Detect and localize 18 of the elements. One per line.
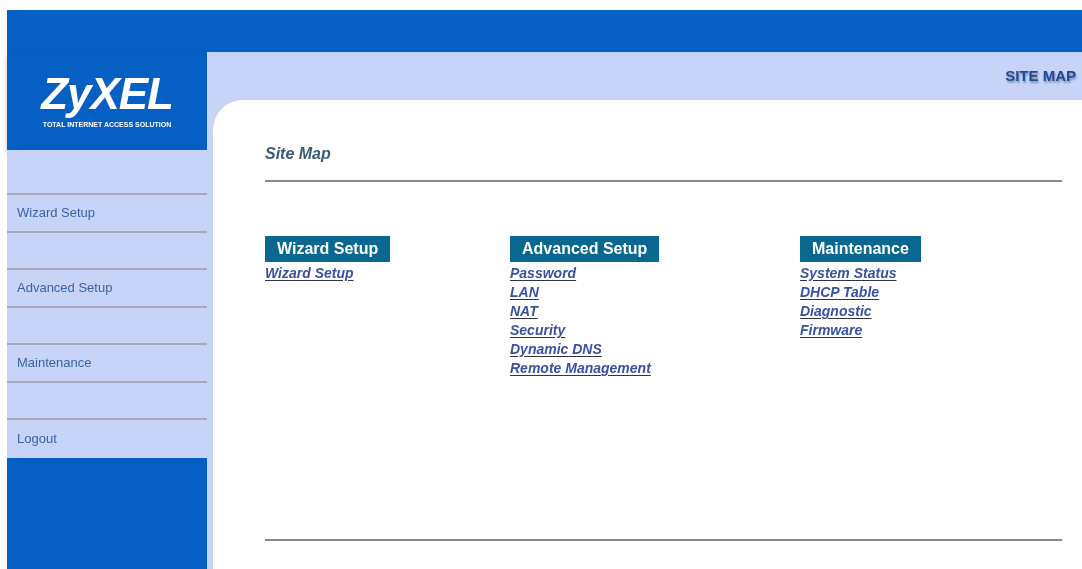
site-link[interactable]: DHCP Table bbox=[800, 283, 880, 302]
brand-logo: ZyXEL bbox=[41, 71, 173, 116]
section-heading: Wizard Setup bbox=[265, 236, 391, 262]
site-link[interactable]: NAT bbox=[510, 302, 538, 321]
site-link[interactable]: Dynamic DNS bbox=[510, 340, 602, 359]
site-link[interactable]: Remote Management bbox=[510, 359, 651, 378]
sidebar-link[interactable]: Logout bbox=[7, 420, 207, 458]
page-header-title: SITE MAP bbox=[1005, 65, 1076, 86]
page-title: Site Map bbox=[265, 144, 332, 164]
site-link[interactable]: Security bbox=[510, 321, 566, 340]
site-link[interactable]: Diagnostic bbox=[800, 302, 872, 321]
site-link[interactable]: System Status bbox=[800, 264, 897, 283]
site-link[interactable]: LAN bbox=[510, 283, 539, 302]
section-heading: Advanced Setup bbox=[510, 236, 660, 262]
site-link[interactable]: Wizard Setup bbox=[265, 264, 354, 283]
site-link[interactable]: Firmware bbox=[800, 321, 863, 340]
site-link[interactable]: Password bbox=[510, 264, 577, 283]
section-heading: Maintenance bbox=[800, 236, 921, 262]
